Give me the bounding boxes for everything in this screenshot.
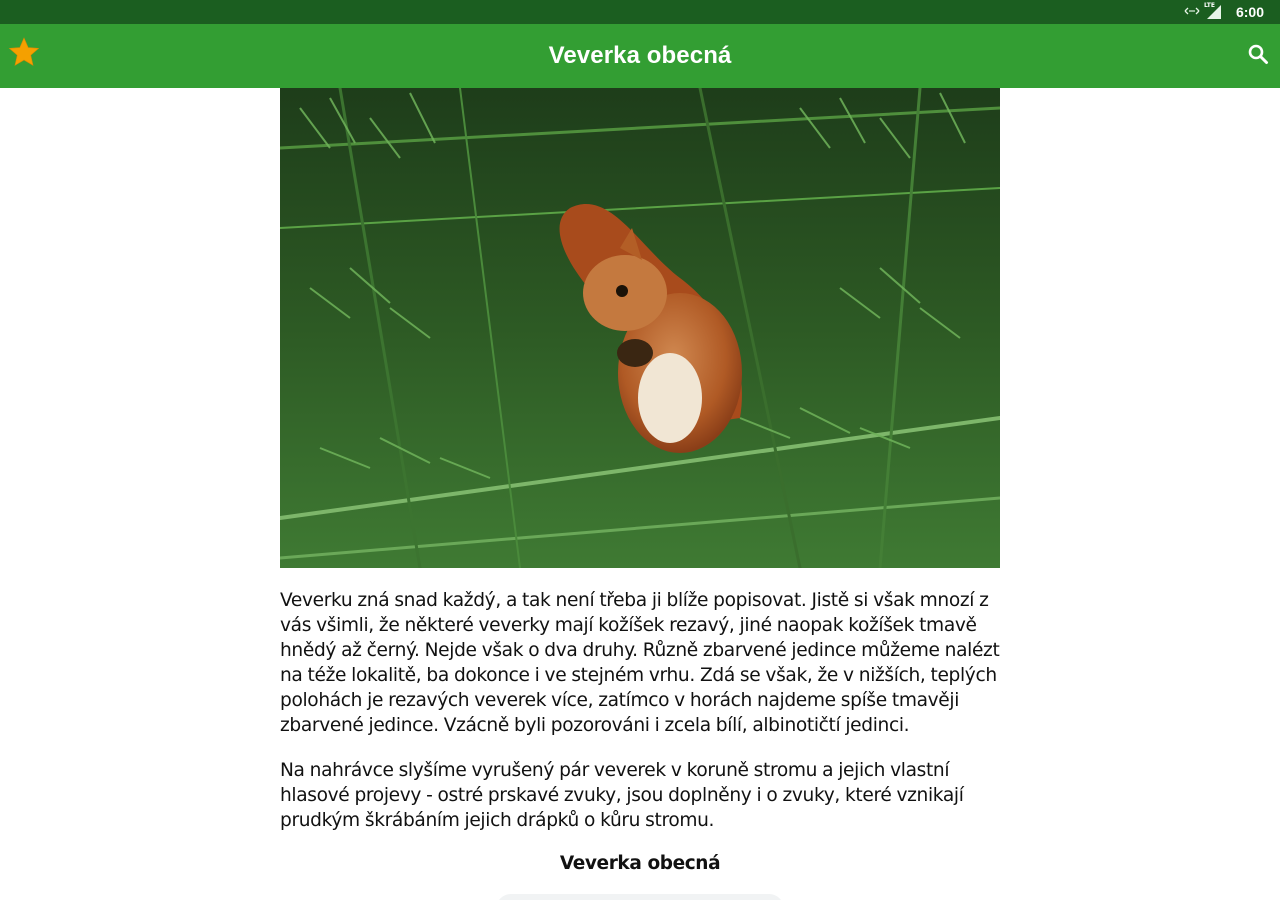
article-paragraph: Na nahrávce slyšíme vyrušený pár veverek… [280,760,964,831]
cell-signal-icon: LTE [1204,2,1222,20]
audio-player[interactable] [496,894,784,900]
favorite-button[interactable] [6,36,42,72]
app-bar: Veverka obecná [0,24,1280,88]
recording-title: Veverka obecná [559,853,721,874]
article-paragraph: Veverku zná snad každý, a tak není třeba… [280,590,1000,736]
status-bar: LTE 6:00 [0,0,1280,24]
data-sync-icon [1184,6,1200,19]
clock: 6:00 [1235,4,1264,20]
squirrel-photo [280,88,1000,568]
star-icon [8,36,40,72]
search-icon [1247,43,1269,69]
search-button[interactable] [1242,40,1274,72]
page-title: Veverka obecná [548,42,732,69]
article: Veverku zná snad každý, a tak není třeba… [280,88,1000,874]
